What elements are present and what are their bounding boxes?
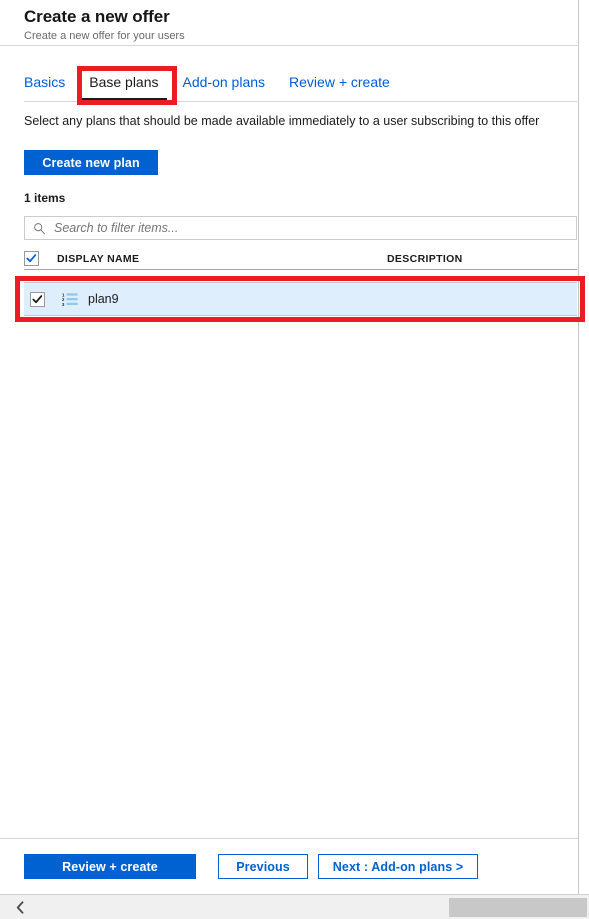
wizard-footer: Review + create Previous Next : Add-on p… xyxy=(0,838,578,894)
numbered-list-icon: 1 2 3 xyxy=(62,292,78,307)
intro-description: Select any plans that should be made ava… xyxy=(24,114,540,128)
previous-button[interactable]: Previous xyxy=(218,854,308,879)
row-display-name: plan9 xyxy=(88,292,119,306)
chevron-left-icon[interactable] xyxy=(10,898,30,917)
horizontal-scrollbar[interactable] xyxy=(0,894,589,919)
items-count-label: 1 items xyxy=(24,191,66,205)
page-subtitle: Create a new offer for your users xyxy=(24,30,185,42)
review-create-button[interactable]: Review + create xyxy=(24,854,196,879)
tab-basics[interactable]: Basics xyxy=(24,70,77,100)
search-filter-box[interactable] xyxy=(24,216,577,240)
table-header-row: DISPLAY NAME DESCRIPTION xyxy=(24,248,577,270)
tab-add-on-plans[interactable]: Add-on plans xyxy=(171,70,278,100)
tab-base-plans[interactable]: Base plans xyxy=(77,70,170,100)
row-checkbox[interactable] xyxy=(30,291,45,307)
create-new-plan-button[interactable]: Create new plan xyxy=(24,150,158,175)
select-all-checkbox[interactable] xyxy=(24,251,39,266)
next-add-on-plans-button[interactable]: Next : Add-on plans > xyxy=(318,854,478,879)
blade-header: Create a new offer Create a new offer fo… xyxy=(0,0,579,46)
create-offer-blade: Create a new offer Create a new offer fo… xyxy=(0,0,579,919)
column-header-display-name[interactable]: DISPLAY NAME xyxy=(57,253,387,265)
svg-text:3: 3 xyxy=(62,302,65,306)
screen-root: Create a new offer Create a new offer fo… xyxy=(0,0,589,919)
page-title: Create a new offer xyxy=(24,7,170,26)
wizard-tabstrip: Basics Base plans Add-on plans Review + … xyxy=(24,70,577,102)
tab-review-create[interactable]: Review + create xyxy=(277,70,402,100)
search-input[interactable] xyxy=(52,218,576,238)
scrollbar-thumb[interactable] xyxy=(449,898,587,917)
search-icon xyxy=(33,222,46,235)
table-row[interactable]: 1 2 3 plan9 xyxy=(24,282,577,316)
column-header-description[interactable]: DESCRIPTION xyxy=(387,253,463,265)
